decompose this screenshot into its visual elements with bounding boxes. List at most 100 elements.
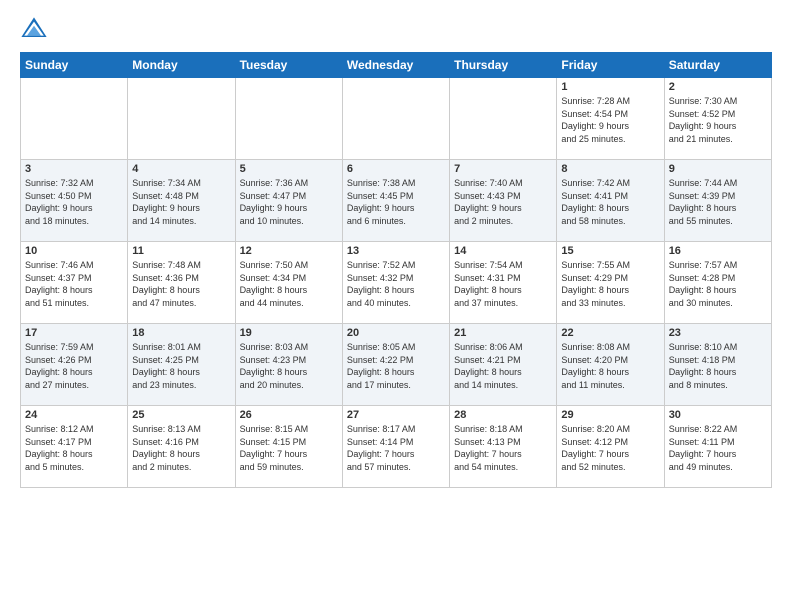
calendar-cell: 16 Sunrise: 7:57 AM Sunset: 4:28 PM Dayli… (664, 242, 771, 324)
calendar-cell: 17 Sunrise: 7:59 AM Sunset: 4:26 PM Dayli… (21, 324, 128, 406)
day-info: Sunrise: 8:01 AM Sunset: 4:25 PM Dayligh… (132, 341, 230, 391)
day-info: Sunrise: 8:12 AM Sunset: 4:17 PM Dayligh… (25, 423, 123, 473)
day-info: Sunrise: 8:05 AM Sunset: 4:22 PM Dayligh… (347, 341, 445, 391)
day-number: 30 (669, 409, 767, 421)
calendar-cell: 19 Sunrise: 8:03 AM Sunset: 4:23 PM Dayli… (235, 324, 342, 406)
day-number: 9 (669, 163, 767, 175)
calendar-cell: 25 Sunrise: 8:13 AM Sunset: 4:16 PM Dayli… (128, 406, 235, 488)
day-info: Sunrise: 7:52 AM Sunset: 4:32 PM Dayligh… (347, 259, 445, 309)
day-number: 5 (240, 163, 338, 175)
day-number: 8 (561, 163, 659, 175)
calendar-cell: 7Sunrise: 7:40 AM Sunset: 4:43 PM Daylig… (450, 160, 557, 242)
day-number: 23 (669, 327, 767, 339)
calendar-header-tuesday: Tuesday (235, 53, 342, 78)
calendar-cell: 18Sunrise: 8:01 AM Sunset: 4:25 PM Dayli… (128, 324, 235, 406)
day-number: 2 (669, 81, 767, 93)
calendar-cell: 24 Sunrise: 8:12 AM Sunset: 4:17 PM Dayli… (21, 406, 128, 488)
header (20, 16, 772, 44)
day-info: Sunrise: 7:34 AM Sunset: 4:48 PM Dayligh… (132, 177, 230, 227)
calendar-cell: 11 Sunrise: 7:48 AM Sunset: 4:36 PM Dayli… (128, 242, 235, 324)
day-info: Sunrise: 8:17 AM Sunset: 4:14 PM Dayligh… (347, 423, 445, 473)
calendar-header-sunday: Sunday (21, 53, 128, 78)
day-number: 24 (25, 409, 123, 421)
day-info: Sunrise: 7:55 AM Sunset: 4:29 PM Dayligh… (561, 259, 659, 309)
day-number: 27 (347, 409, 445, 421)
day-number: 29 (561, 409, 659, 421)
day-number: 4 (132, 163, 230, 175)
day-info: Sunrise: 7:59 AM Sunset: 4:26 PM Dayligh… (25, 341, 123, 391)
day-number: 16 (669, 245, 767, 257)
day-number: 1 (561, 81, 659, 93)
day-number: 20 (347, 327, 445, 339)
day-number: 11 (132, 245, 230, 257)
calendar-cell: 21 Sunrise: 8:06 AM Sunset: 4:21 PM Dayli… (450, 324, 557, 406)
calendar-cell: 3 Sunrise: 7:32 AM Sunset: 4:50 PM Daylig… (21, 160, 128, 242)
day-number: 13 (347, 245, 445, 257)
day-number: 7 (454, 163, 552, 175)
day-info: Sunrise: 7:28 AM Sunset: 4:54 PM Dayligh… (561, 95, 659, 145)
calendar-cell: 1 Sunrise: 7:28 AM Sunset: 4:54 PM Daylig… (557, 78, 664, 160)
calendar-cell: 29 Sunrise: 8:20 AM Sunset: 4:12 PM Dayli… (557, 406, 664, 488)
day-info: Sunrise: 8:06 AM Sunset: 4:21 PM Dayligh… (454, 341, 552, 391)
calendar-cell: 6Sunrise: 7:38 AM Sunset: 4:45 PM Daylig… (342, 160, 449, 242)
calendar-week-1: 1 Sunrise: 7:28 AM Sunset: 4:54 PM Daylig… (21, 78, 772, 160)
calendar-cell: 30 Sunrise: 8:22 AM Sunset: 4:11 PM Dayli… (664, 406, 771, 488)
calendar-cell: 22 Sunrise: 8:08 AM Sunset: 4:20 PM Dayli… (557, 324, 664, 406)
day-number: 26 (240, 409, 338, 421)
day-number: 22 (561, 327, 659, 339)
day-number: 12 (240, 245, 338, 257)
day-number: 17 (25, 327, 123, 339)
calendar-cell: 23 Sunrise: 8:10 AM Sunset: 4:18 PM Dayli… (664, 324, 771, 406)
day-info: Sunrise: 8:15 AM Sunset: 4:15 PM Dayligh… (240, 423, 338, 473)
day-info: Sunrise: 7:48 AM Sunset: 4:36 PM Dayligh… (132, 259, 230, 309)
day-info: Sunrise: 7:38 AM Sunset: 4:45 PM Dayligh… (347, 177, 445, 227)
calendar-cell: 10 Sunrise: 7:46 AM Sunset: 4:37 PM Dayli… (21, 242, 128, 324)
day-info: Sunrise: 8:08 AM Sunset: 4:20 PM Dayligh… (561, 341, 659, 391)
day-info: Sunrise: 8:22 AM Sunset: 4:11 PM Dayligh… (669, 423, 767, 473)
day-info: Sunrise: 7:50 AM Sunset: 4:34 PM Dayligh… (240, 259, 338, 309)
calendar-cell: 4 Sunrise: 7:34 AM Sunset: 4:48 PM Daylig… (128, 160, 235, 242)
day-info: Sunrise: 8:10 AM Sunset: 4:18 PM Dayligh… (669, 341, 767, 391)
calendar-cell: 26 Sunrise: 8:15 AM Sunset: 4:15 PM Dayli… (235, 406, 342, 488)
calendar-header-thursday: Thursday (450, 53, 557, 78)
calendar-header-wednesday: Wednesday (342, 53, 449, 78)
day-info: Sunrise: 7:42 AM Sunset: 4:41 PM Dayligh… (561, 177, 659, 227)
day-number: 10 (25, 245, 123, 257)
day-info: Sunrise: 8:13 AM Sunset: 4:16 PM Dayligh… (132, 423, 230, 473)
day-number: 3 (25, 163, 123, 175)
calendar-week-4: 17 Sunrise: 7:59 AM Sunset: 4:26 PM Dayli… (21, 324, 772, 406)
calendar-week-2: 3 Sunrise: 7:32 AM Sunset: 4:50 PM Daylig… (21, 160, 772, 242)
day-info: Sunrise: 7:32 AM Sunset: 4:50 PM Dayligh… (25, 177, 123, 227)
day-info: Sunrise: 7:54 AM Sunset: 4:31 PM Dayligh… (454, 259, 552, 309)
calendar-cell: 15Sunrise: 7:55 AM Sunset: 4:29 PM Dayli… (557, 242, 664, 324)
calendar-cell: 13 Sunrise: 7:52 AM Sunset: 4:32 PM Dayli… (342, 242, 449, 324)
page: SundayMondayTuesdayWednesdayThursdayFrid… (0, 0, 792, 612)
day-info: Sunrise: 8:18 AM Sunset: 4:13 PM Dayligh… (454, 423, 552, 473)
calendar-header-saturday: Saturday (664, 53, 771, 78)
calendar-week-3: 10 Sunrise: 7:46 AM Sunset: 4:37 PM Dayli… (21, 242, 772, 324)
calendar-cell: 9 Sunrise: 7:44 AM Sunset: 4:39 PM Daylig… (664, 160, 771, 242)
calendar-cell: 20 Sunrise: 8:05 AM Sunset: 4:22 PM Dayli… (342, 324, 449, 406)
day-info: Sunrise: 8:20 AM Sunset: 4:12 PM Dayligh… (561, 423, 659, 473)
calendar-cell (450, 78, 557, 160)
day-info: Sunrise: 7:57 AM Sunset: 4:28 PM Dayligh… (669, 259, 767, 309)
calendar-cell: 28 Sunrise: 8:18 AM Sunset: 4:13 PM Dayli… (450, 406, 557, 488)
day-number: 28 (454, 409, 552, 421)
calendar-header-monday: Monday (128, 53, 235, 78)
day-info: Sunrise: 7:46 AM Sunset: 4:37 PM Dayligh… (25, 259, 123, 309)
calendar-cell (342, 78, 449, 160)
calendar-cell (235, 78, 342, 160)
calendar-cell: 14 Sunrise: 7:54 AM Sunset: 4:31 PM Dayli… (450, 242, 557, 324)
day-info: Sunrise: 7:36 AM Sunset: 4:47 PM Dayligh… (240, 177, 338, 227)
day-number: 14 (454, 245, 552, 257)
calendar: SundayMondayTuesdayWednesdayThursdayFrid… (20, 52, 772, 488)
day-number: 21 (454, 327, 552, 339)
logo (20, 16, 52, 44)
day-number: 19 (240, 327, 338, 339)
day-info: Sunrise: 8:03 AM Sunset: 4:23 PM Dayligh… (240, 341, 338, 391)
day-info: Sunrise: 7:44 AM Sunset: 4:39 PM Dayligh… (669, 177, 767, 227)
calendar-header-row: SundayMondayTuesdayWednesdayThursdayFrid… (21, 53, 772, 78)
day-number: 25 (132, 409, 230, 421)
logo-icon (20, 16, 48, 44)
day-info: Sunrise: 7:30 AM Sunset: 4:52 PM Dayligh… (669, 95, 767, 145)
